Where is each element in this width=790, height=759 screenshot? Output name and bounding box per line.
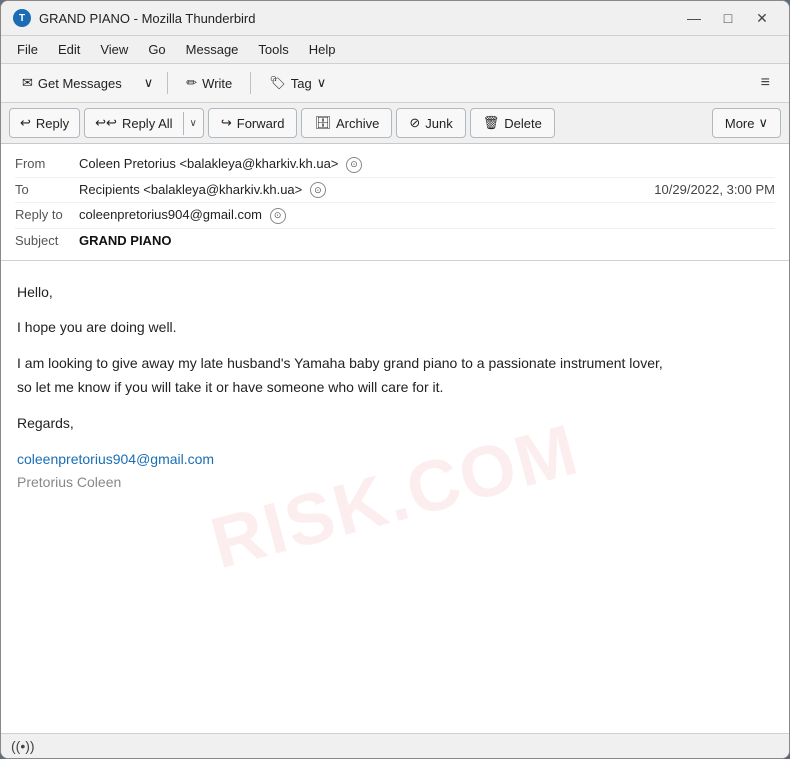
body-line2: I am looking to give away my late husban… <box>17 352 773 400</box>
toolbar-separator-2 <box>250 72 251 94</box>
to-row: To Recipients <balakleya@kharkiv.kh.ua> … <box>15 178 775 204</box>
reply-all-button[interactable]: ↩↩ Reply All <box>85 109 182 137</box>
write-icon: ✏ <box>186 75 197 91</box>
email-date: 10/29/2022, 3:00 PM <box>654 182 775 197</box>
get-messages-button[interactable]: ✉ Get Messages <box>11 70 133 96</box>
action-bar: ↩ Reply ↩↩ Reply All ∨ ↪ Forward 🗄 Archi… <box>1 103 789 144</box>
forward-button[interactable]: ↪ Forward <box>208 108 298 138</box>
title-bar-left: T GRAND PIANO - Mozilla Thunderbird <box>13 9 256 27</box>
forward-icon: ↪ <box>221 115 232 131</box>
reply-all-dropdown[interactable]: ∨ <box>183 112 203 135</box>
reply-to-row: Reply to coleenpretorius904@gmail.com ⊙ <box>15 203 775 229</box>
more-label: More <box>725 116 755 131</box>
close-button[interactable]: ✕ <box>747 7 777 29</box>
reply-icon: ↩ <box>20 115 31 131</box>
tag-button[interactable]: 🏷 Tag ∨ <box>258 70 337 96</box>
from-label: From <box>15 156 79 171</box>
menu-bar: File Edit View Go Message Tools Help <box>1 36 789 64</box>
to-contact-icon[interactable]: ⊙ <box>310 182 326 198</box>
reply-all-label: Reply All <box>122 116 173 131</box>
reply-label: Reply <box>36 116 69 131</box>
archive-icon: 🗄 <box>314 115 331 131</box>
app-icon-letter: T <box>19 13 25 24</box>
greeting: Hello, <box>17 281 773 305</box>
reply-to-email: coleenpretorius904@gmail.com <box>79 207 262 222</box>
body-text-2: I am looking to give away my late husban… <box>17 355 663 371</box>
reply-all-icon: ↩↩ <box>95 115 117 131</box>
title-bar-controls: — □ ✕ <box>679 7 777 29</box>
to-value: Recipients <balakleya@kharkiv.kh.ua> ⊙ <box>79 182 654 199</box>
write-label: Write <box>202 76 232 91</box>
tag-icon: 🏷 <box>269 75 286 91</box>
reply-to-contact-icon[interactable]: ⊙ <box>270 208 286 224</box>
reply-to-value: coleenpretorius904@gmail.com ⊙ <box>79 207 775 224</box>
junk-icon: ⊘ <box>409 115 420 131</box>
more-dropdown-icon: ∨ <box>758 115 768 131</box>
connection-status-icon: ((•)) <box>11 738 35 754</box>
from-name: Coleen Pretorius <box>79 156 176 171</box>
tag-label: Tag <box>291 76 312 91</box>
signature-name: Pretorius Coleen <box>17 474 121 490</box>
archive-label: Archive <box>336 116 379 131</box>
get-messages-icon: ✉ <box>22 75 33 91</box>
menu-view[interactable]: View <box>92 39 136 60</box>
write-button[interactable]: ✏ Write <box>175 70 243 96</box>
from-contact-icon[interactable]: ⊙ <box>346 157 362 173</box>
subject-label: Subject <box>15 233 79 248</box>
from-email: <balakleya@kharkiv.kh.ua> <box>179 156 338 171</box>
title-bar: T GRAND PIANO - Mozilla Thunderbird — □ … <box>1 1 789 36</box>
junk-button[interactable]: ⊘ Junk <box>396 108 465 138</box>
email-body: RISK.COM Hello, I hope you are doing wel… <box>1 261 789 733</box>
delete-button[interactable]: 🗑 Delete <box>470 108 555 138</box>
to-label: To <box>15 182 79 197</box>
from-value: Coleen Pretorius <balakleya@kharkiv.kh.u… <box>79 156 775 173</box>
get-messages-label: Get Messages <box>38 76 122 91</box>
menu-message[interactable]: Message <box>178 39 247 60</box>
archive-button[interactable]: 🗄 Archive <box>301 108 392 138</box>
junk-label: Junk <box>425 116 452 131</box>
menu-help[interactable]: Help <box>301 39 344 60</box>
forward-label: Forward <box>237 116 285 131</box>
subject-row: Subject GRAND PIANO <box>15 229 775 252</box>
menu-edit[interactable]: Edit <box>50 39 88 60</box>
get-messages-dropdown[interactable]: ∨ <box>137 70 161 96</box>
chevron-down-icon: ∨ <box>144 75 154 91</box>
maximize-button[interactable]: □ <box>713 7 743 29</box>
from-row: From Coleen Pretorius <balakleya@kharkiv… <box>15 152 775 178</box>
more-button[interactable]: More ∨ <box>712 108 781 138</box>
menu-go[interactable]: Go <box>140 39 173 60</box>
main-window: T GRAND PIANO - Mozilla Thunderbird — □ … <box>0 0 790 759</box>
reply-split-button: ↩ Reply <box>9 108 80 138</box>
body-line1: I hope you are doing well. <box>17 316 773 340</box>
toolbar: ✉ Get Messages ∨ ✏ Write 🏷 Tag ∨ ≡ <box>1 64 789 103</box>
window-title: GRAND PIANO - Mozilla Thunderbird <box>39 11 256 26</box>
regards: Regards, <box>17 412 773 436</box>
signature: coleenpretorius904@gmail.com Pretorius C… <box>17 448 773 496</box>
signature-email-link[interactable]: coleenpretorius904@gmail.com <box>17 451 214 467</box>
menu-file[interactable]: File <box>9 39 46 60</box>
body-text-3: so let me know if you will take it or ha… <box>17 379 443 395</box>
menu-tools[interactable]: Tools <box>250 39 296 60</box>
tag-dropdown-icon: ∨ <box>317 75 327 91</box>
subject-value: GRAND PIANO <box>79 233 775 248</box>
chevron-down-icon-2: ∨ <box>190 118 197 129</box>
reply-button[interactable]: ↩ Reply <box>10 109 79 137</box>
delete-label: Delete <box>504 116 542 131</box>
reply-all-split-button: ↩↩ Reply All ∨ <box>84 108 204 138</box>
email-header: From Coleen Pretorius <balakleya@kharkiv… <box>1 144 789 261</box>
delete-icon: 🗑 <box>483 115 500 131</box>
minimize-button[interactable]: — <box>679 7 709 29</box>
status-bar: ((•)) <box>1 733 789 758</box>
to-recipients: Recipients <balakleya@kharkiv.kh.ua> <box>79 182 302 197</box>
toolbar-separator <box>167 72 168 94</box>
app-icon: T <box>13 9 31 27</box>
reply-to-label: Reply to <box>15 207 79 222</box>
hamburger-menu-button[interactable]: ≡ <box>752 69 779 97</box>
